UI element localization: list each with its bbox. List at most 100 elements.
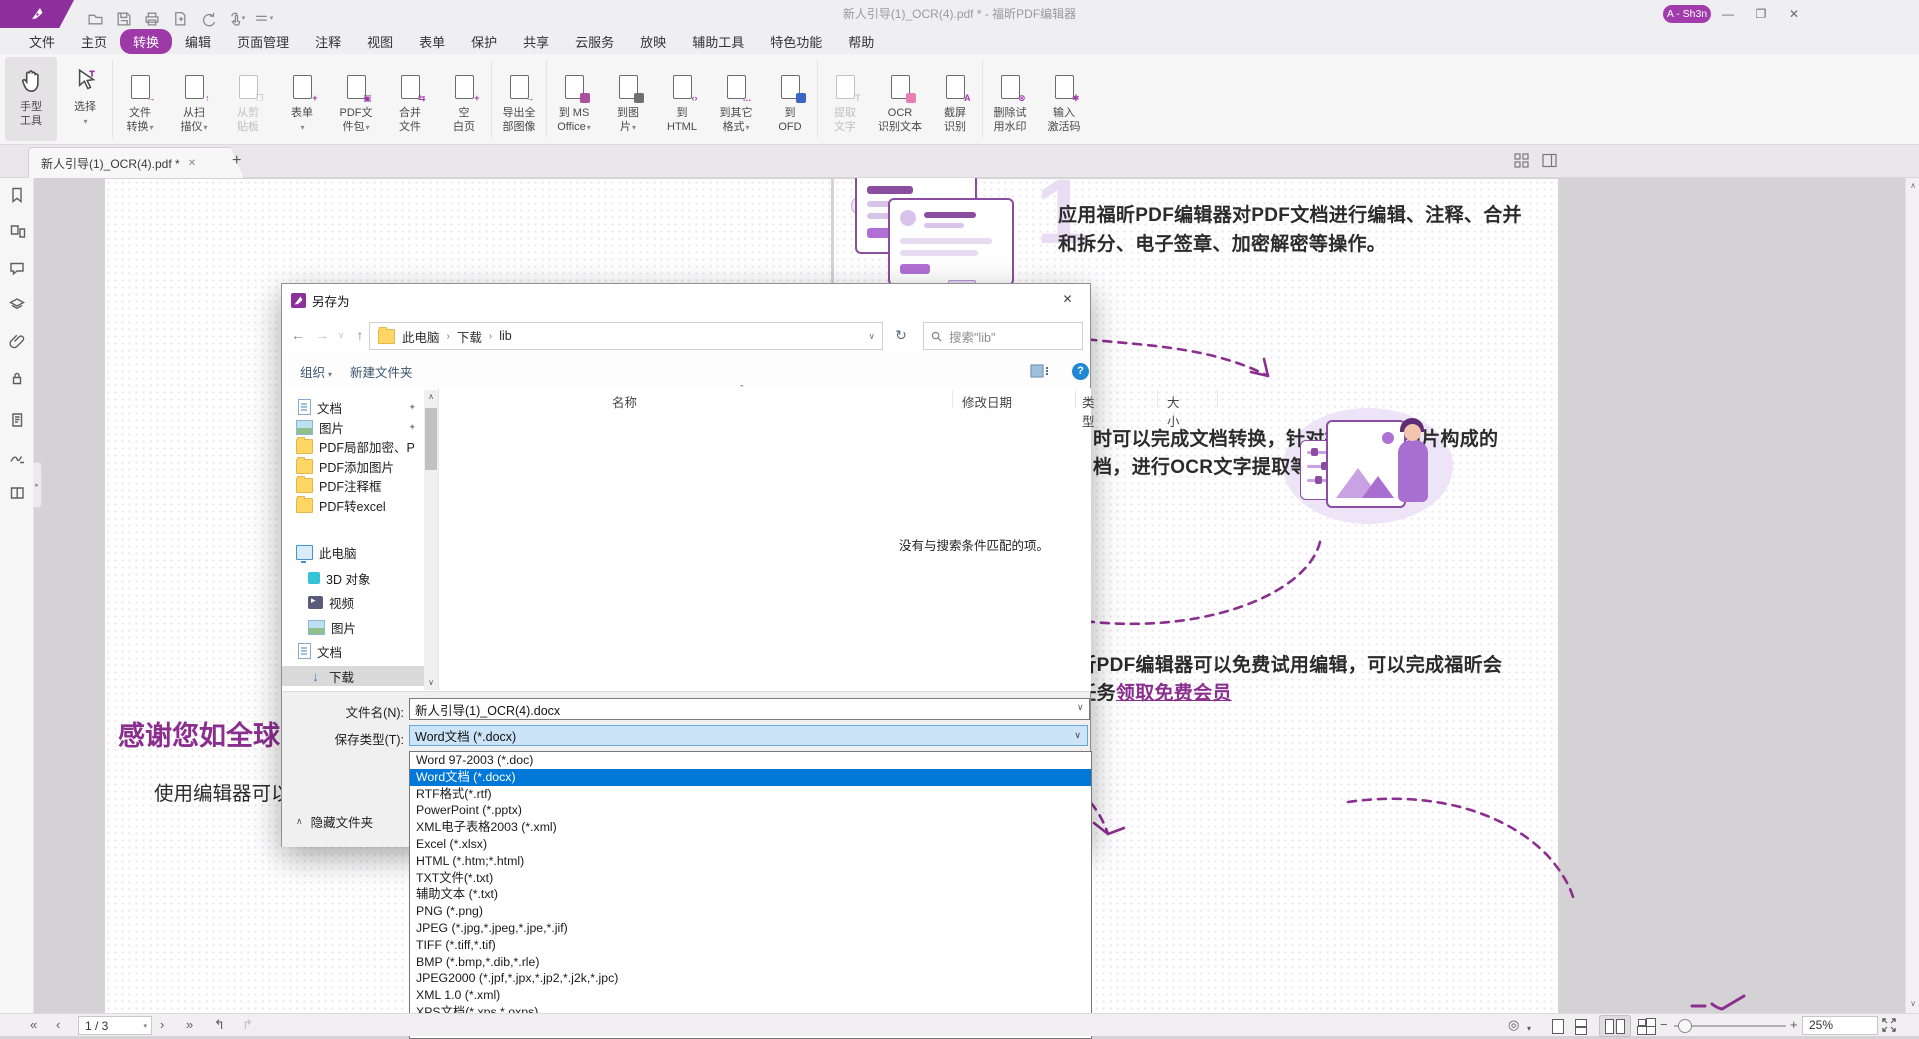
tree-item-PDF局部加密、P[interactable]: PDF局部加密、P xyxy=(282,436,422,456)
tree-item-PDF添加图片[interactable]: PDF添加图片 xyxy=(282,456,422,476)
reading-layout-icon[interactable] xyxy=(1542,153,1557,168)
menu-主页[interactable]: 主页 xyxy=(68,29,120,54)
ribbon-手型工具[interactable]: 手型工具 xyxy=(5,57,57,141)
savetype-option[interactable]: TIFF (*.tiff,*.tif) xyxy=(410,937,1091,954)
tree-scrollbar[interactable]: ∧ ∨ xyxy=(424,390,438,690)
savetype-option[interactable]: XML 1.0 (*.xml) xyxy=(410,987,1091,1004)
split-view-icon[interactable] xyxy=(7,483,27,503)
zoom-value-box[interactable]: 25% xyxy=(1802,1016,1878,1035)
open-file-icon[interactable] xyxy=(84,8,106,28)
ribbon-删除试用水印[interactable]: ⊗删除试用水印 xyxy=(984,63,1036,135)
ribbon-从扫描仪[interactable]: ↑从扫描仪▾ xyxy=(168,63,220,135)
facing-view-icon2[interactable] xyxy=(1616,1019,1625,1034)
bookmarks-icon[interactable] xyxy=(7,185,27,205)
ribbon-OCR识别文本[interactable]: OCR识别文本 xyxy=(873,63,927,135)
last-page-button[interactable]: » xyxy=(186,1017,193,1033)
layers-icon[interactable] xyxy=(7,295,27,315)
forward-icon[interactable]: → xyxy=(310,327,334,343)
vertical-scrollbar[interactable]: ∧ ∨ xyxy=(1905,177,1919,1013)
filename-dropdown-icon[interactable]: ∨ xyxy=(1077,702,1084,713)
ribbon-输入激活码[interactable]: ✱输入激活码 xyxy=(1038,63,1090,135)
facing-continuous-view-icon[interactable] xyxy=(1638,1019,1646,1026)
tab-close-icon[interactable]: ✕ xyxy=(188,158,196,169)
organize-button[interactable]: 组织▾ xyxy=(300,362,332,381)
scroll-down-icon[interactable]: ∨ xyxy=(1906,999,1919,1008)
scroll-up-icon[interactable]: ∧ xyxy=(1906,181,1919,190)
dialog-search-input[interactable]: 搜索"lib" xyxy=(923,322,1083,350)
ribbon-表单[interactable]: +表单▾ xyxy=(276,63,328,135)
tree-item-视频[interactable]: 视频 xyxy=(282,592,422,612)
savetype-option[interactable]: Word 97-2003 (*.doc) xyxy=(410,752,1091,769)
ribbon-到OFD[interactable]: 到OFD xyxy=(764,63,816,135)
ribbon-文件转换[interactable]: →文件转换▾ xyxy=(114,63,166,135)
grid-view-icon[interactable] xyxy=(1514,153,1529,168)
ribbon-导出全部图像[interactable]: →导出全部图像 xyxy=(493,63,545,135)
tree-item-图片[interactable]: 图片 xyxy=(282,617,422,637)
ribbon-空白页[interactable]: +空白页 xyxy=(438,63,490,135)
column-header-大小[interactable]: 大小 xyxy=(1167,392,1180,430)
menu-共享[interactable]: 共享 xyxy=(510,29,562,54)
breadcrumb-下载[interactable]: 下载 xyxy=(450,327,489,346)
continuous-view-icon[interactable] xyxy=(1575,1019,1587,1027)
savetype-option[interactable]: 辅助文本 (*.txt) xyxy=(410,886,1091,903)
savetype-option[interactable]: HTML (*.htm;*.html) xyxy=(410,853,1091,870)
savetype-option[interactable]: Excel (*.xlsx) xyxy=(410,836,1091,853)
breadcrumb-此电脑[interactable]: 此电脑 xyxy=(395,327,447,346)
ribbon-到MSOffice[interactable]: 到 MSOffice▾ xyxy=(548,63,600,135)
menu-转换[interactable]: 转换 xyxy=(120,29,172,54)
ribbon-PDF文件包[interactable]: ▣PDF文件包▾ xyxy=(330,63,382,135)
ribbon-到HTML[interactable]: ‹›到HTML xyxy=(656,63,708,135)
column-header-修改日期[interactable]: 修改日期 xyxy=(962,392,1012,411)
new-tab-button[interactable]: + xyxy=(232,152,241,170)
menu-辅助工具[interactable]: 辅助工具 xyxy=(679,29,757,54)
tree-item-3D 对象[interactable]: 3D 对象 xyxy=(282,568,422,588)
customize-toolbar-icon[interactable]: ▾ xyxy=(252,8,274,28)
touch-mode-icon[interactable]: ▾ xyxy=(224,8,246,28)
savetype-option[interactable]: JPEG2000 (*.jpf,*.jpx,*.jp2,*.j2k,*.jpc) xyxy=(410,970,1091,987)
ribbon-到其它格式[interactable]: …到其它格式▾ xyxy=(710,63,762,135)
scroll-down-icon[interactable]: ∨ xyxy=(424,678,438,687)
help-button[interactable]: ? xyxy=(1072,363,1089,380)
menu-帮助[interactable]: 帮助 xyxy=(835,29,887,54)
free-membership-link[interactable]: 领取免费会员 xyxy=(1116,683,1232,704)
menu-文件[interactable]: 文件 xyxy=(16,29,68,54)
print-icon[interactable] xyxy=(140,8,162,28)
expand-panel-handle[interactable]: ▸ xyxy=(33,462,42,508)
savetype-option[interactable]: Word文档 (*.docx) xyxy=(410,769,1091,786)
back-icon[interactable]: ← xyxy=(286,327,310,343)
tree-item-图片[interactable]: 图片✦ xyxy=(282,417,422,437)
menu-视图[interactable]: 视图 xyxy=(354,29,406,54)
savetype-option[interactable]: XML电子表格2003 (*.xml) xyxy=(410,819,1091,836)
tree-item-PDF注释框[interactable]: PDF注释框 xyxy=(282,475,422,495)
hide-folders-button[interactable]: ∧ 隐藏文件夹 xyxy=(296,812,373,831)
new-folder-button[interactable]: 新建文件夹 xyxy=(350,362,413,381)
ribbon-合并文件[interactable]: ⇆合并文件 xyxy=(384,63,436,135)
save-icon[interactable] xyxy=(112,8,134,28)
foxit-logo-icon[interactable] xyxy=(0,0,74,28)
fit-screen-icon[interactable] xyxy=(1882,1018,1896,1032)
savetype-option[interactable]: JPEG (*.jpg,*.jpeg,*.jpe,*.jif) xyxy=(410,920,1091,937)
tree-item-PDF转excel[interactable]: PDF转excel xyxy=(282,495,422,515)
tree-item-文档[interactable]: 文档 xyxy=(282,641,422,661)
redo-icon[interactable] xyxy=(196,8,218,28)
address-dropdown-icon[interactable]: ∨ xyxy=(868,331,875,342)
savetype-combobox[interactable]: Word文档 (*.docx) ∨ xyxy=(409,725,1088,746)
column-header-类型[interactable]: 类型 xyxy=(1082,392,1095,430)
new-document-icon[interactable] xyxy=(168,8,190,28)
menu-注释[interactable]: 注释 xyxy=(302,29,354,54)
maximize-button[interactable]: ❐ xyxy=(1745,0,1777,28)
security-icon[interactable] xyxy=(7,368,27,388)
tree-item-下载[interactable]: ↓下载 xyxy=(282,666,424,686)
prev-page-button[interactable]: ‹ xyxy=(56,1017,60,1033)
close-button[interactable]: ✕ xyxy=(1778,0,1810,28)
zoom-slider-knob[interactable] xyxy=(1678,1019,1692,1033)
facing-view-icon[interactable] xyxy=(1605,1019,1614,1034)
rotate-view-icon[interactable]: ◎ xyxy=(1508,1017,1519,1033)
page-thumbnails-icon[interactable] xyxy=(7,222,27,242)
minimize-button[interactable]: — xyxy=(1712,0,1744,28)
recent-locations-icon[interactable]: ∨ xyxy=(334,330,348,341)
signature-icon[interactable] xyxy=(7,447,27,467)
breadcrumb-lib[interactable]: lib xyxy=(492,329,519,343)
tree-item-此电脑[interactable]: 此电脑 xyxy=(282,542,422,562)
attachments-icon[interactable] xyxy=(7,331,27,351)
